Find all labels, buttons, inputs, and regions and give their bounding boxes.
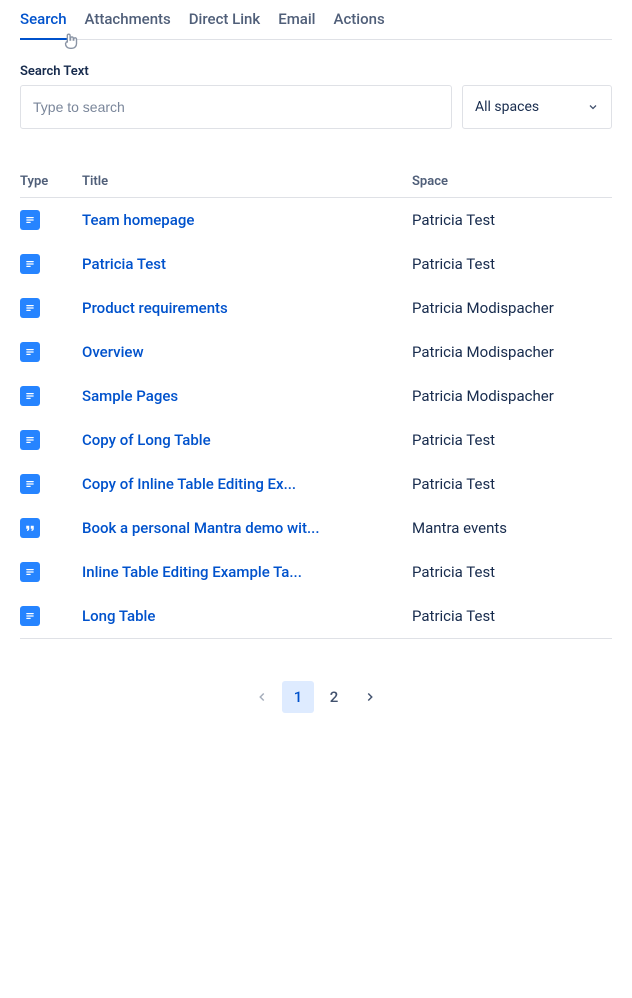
page-icon [20,298,40,318]
page-icon [20,342,40,362]
table-row: Patricia TestPatricia Test [20,242,612,286]
table-row: Sample PagesPatricia Modispacher [20,374,612,418]
result-title-link[interactable]: Copy of Inline Table Editing Ex... [82,475,412,493]
results-table: Type Title Space Team homepagePatricia T… [20,174,612,639]
result-space: Patricia Test [412,475,612,493]
result-space: Patricia Test [412,211,612,229]
column-header-title: Title [82,174,412,189]
cell-type [20,210,82,230]
table-row: Copy of Long TablePatricia Test [20,418,612,462]
page-icon [20,254,40,274]
cell-type [20,254,82,274]
table-row: Long TablePatricia Test [20,594,612,638]
result-space: Patricia Test [412,563,612,581]
result-title-link[interactable]: Sample Pages [82,387,412,405]
tab-email[interactable]: Email [278,0,315,39]
table-row: Inline Table Editing Example Ta...Patric… [20,550,612,594]
cell-type [20,298,82,318]
result-space: Patricia Modispacher [412,343,612,361]
space-selector-value: All spaces [475,99,539,115]
result-space: Patricia Modispacher [412,387,612,405]
table-row: Book a personal Mantra demo wit...Mantra… [20,506,612,550]
tab-search[interactable]: Search [20,0,67,40]
tab-direct-link[interactable]: Direct Link [189,0,260,39]
page-icon [20,606,40,626]
cell-type [20,562,82,582]
result-space: Patricia Test [412,607,612,625]
result-title-link[interactable]: Inline Table Editing Example Ta... [82,563,412,581]
pagination-page-2[interactable]: 2 [318,681,350,713]
page-icon [20,474,40,494]
cell-type [20,518,82,538]
result-title-link[interactable]: Long Table [82,607,412,625]
page-icon [20,386,40,406]
page-icon [20,430,40,450]
table-row: OverviewPatricia Modispacher [20,330,612,374]
search-input[interactable] [20,85,452,129]
search-label: Search Text [20,64,612,79]
result-title-link[interactable]: Patricia Test [82,255,412,273]
result-space: Mantra events [412,519,612,537]
pagination-prev [246,681,278,713]
table-header: Type Title Space [20,174,612,198]
table-row: Team homepagePatricia Test [20,198,612,242]
table-row: Copy of Inline Table Editing Ex...Patric… [20,462,612,506]
chevron-down-icon [587,101,599,113]
cell-type [20,474,82,494]
result-title-link[interactable]: Product requirements [82,299,412,317]
pagination-next[interactable] [354,681,386,713]
column-header-type: Type [20,174,82,189]
result-title-link[interactable]: Overview [82,343,412,361]
pagination: 1 2 [20,681,612,713]
column-header-space: Space [412,174,612,189]
space-selector[interactable]: All spaces [462,85,612,129]
result-title-link[interactable]: Team homepage [82,211,412,229]
cell-type [20,430,82,450]
cell-type [20,342,82,362]
chevron-left-icon [255,690,269,704]
result-space: Patricia Modispacher [412,299,612,317]
cell-type [20,606,82,626]
tab-actions[interactable]: Actions [334,0,385,39]
result-space: Patricia Test [412,431,612,449]
result-title-link[interactable]: Copy of Long Table [82,431,412,449]
table-row: Product requirementsPatricia Modispacher [20,286,612,330]
result-title-link[interactable]: Book a personal Mantra demo wit... [82,519,412,537]
quote-icon [20,518,40,538]
tab-attachments[interactable]: Attachments [85,0,171,39]
chevron-right-icon [363,690,377,704]
tab-bar: Search Attachments Direct Link Email Act… [20,0,612,40]
cell-type [20,386,82,406]
page-icon [20,562,40,582]
result-space: Patricia Test [412,255,612,273]
search-section: Search Text All spaces [20,64,612,129]
page-icon [20,210,40,230]
pagination-page-1[interactable]: 1 [282,681,314,713]
